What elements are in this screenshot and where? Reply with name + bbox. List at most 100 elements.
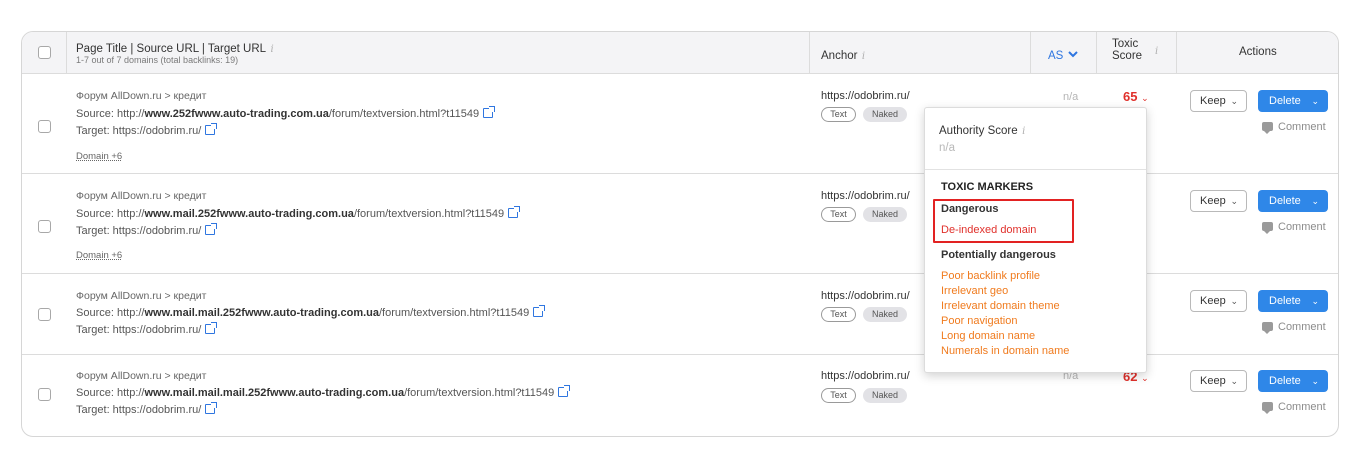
delete-button[interactable]: Delete ⌄ (1258, 90, 1328, 112)
column-as-header[interactable]: AS (1048, 46, 1078, 64)
delete-label: Delete (1269, 295, 1301, 307)
row-checkbox[interactable] (38, 120, 51, 133)
column-toxic-label-line1: Toxic (1112, 38, 1139, 50)
domain-more-link[interactable]: Domain +6 (76, 151, 122, 162)
delete-button[interactable]: Delete ⌄ (1258, 190, 1328, 212)
row-checkbox[interactable] (38, 308, 51, 321)
target-url[interactable]: Target: https://odobrim.ru/ (76, 223, 218, 237)
source-domain: www.mail.mail.mail.252fwww.auto-trading.… (144, 387, 405, 399)
delete-label: Delete (1269, 195, 1301, 207)
source-prefix: Source: http:// (76, 108, 145, 120)
row-checkbox[interactable] (38, 220, 51, 233)
keep-button[interactable]: Keep ⌄ (1190, 190, 1247, 212)
target-text: Target: https://odobrim.ru/ (76, 324, 202, 336)
chevron-down-icon: ⌄ (1230, 196, 1238, 206)
delete-button[interactable]: Delete ⌄ (1258, 370, 1328, 392)
external-link-icon[interactable] (205, 223, 218, 235)
toxic-markers-heading: TOXIC MARKERS (941, 181, 1034, 193)
external-link-icon[interactable] (508, 206, 521, 218)
table-header: Page Title | Source URL | Target URL i 1… (22, 32, 1338, 74)
page-title: Форум AllDown.ru > кредит (76, 190, 207, 202)
domain-more-link[interactable]: Domain +6 (76, 250, 122, 261)
toxic-score-value: 65 (1123, 89, 1138, 104)
source-path: /forum/textversion.html?t11549 (353, 208, 505, 220)
external-link-icon[interactable] (205, 322, 218, 334)
column-actions-label: Actions (1239, 46, 1277, 58)
page-title: Форум AllDown.ru > кредит (76, 290, 207, 302)
external-link-icon[interactable] (205, 123, 218, 135)
row-checkbox[interactable] (38, 388, 51, 401)
authority-score-label: Authority Score (939, 125, 1018, 137)
source-url[interactable]: Source: http://www.mail.mail.252fwww.aut… (76, 305, 546, 319)
external-link-icon[interactable] (533, 305, 546, 317)
delete-label: Delete (1269, 95, 1301, 107)
source-path: /forum/textversion.html?t11549 (379, 307, 530, 319)
divider (66, 32, 67, 74)
comment-icon (1262, 402, 1273, 414)
column-toxic-header[interactable]: Toxic Score (1112, 38, 1142, 62)
source-domain: www.mail.mail.252fwww.auto-trading.com.u… (144, 307, 379, 319)
keep-label: Keep (1200, 195, 1226, 207)
keep-label: Keep (1200, 295, 1226, 307)
authority-score-value: n/a (939, 142, 955, 154)
info-icon[interactable]: i (1155, 46, 1158, 57)
target-text: Target: https://odobrim.ru/ (76, 125, 202, 137)
keep-button[interactable]: Keep ⌄ (1190, 290, 1247, 312)
comment-label: Comment (1278, 221, 1326, 233)
page-title: Форум AllDown.ru > кредит (76, 90, 207, 102)
target-url[interactable]: Target: https://odobrim.ru/ (76, 322, 218, 336)
comment-label: Comment (1278, 401, 1326, 413)
column-anchor-header[interactable]: Anchor i (821, 46, 865, 64)
source-domain: www.mail.252fwww.auto-trading.com.ua (144, 208, 354, 220)
keep-label: Keep (1200, 375, 1226, 387)
target-text: Target: https://odobrim.ru/ (76, 404, 202, 416)
info-icon[interactable]: i (862, 51, 865, 62)
toxic-score[interactable]: 65 ⌄ (1123, 89, 1149, 104)
source-prefix: Source: http:// (76, 208, 145, 220)
info-icon[interactable]: i (271, 44, 274, 55)
external-link-icon[interactable] (483, 106, 496, 118)
source-url[interactable]: Source: http://www.mail.252fwww.auto-tra… (76, 206, 521, 220)
chevron-down-icon: ⌄ (1230, 296, 1238, 306)
source-url[interactable]: Source: http://www.mail.mail.mail.252fww… (76, 385, 571, 399)
comment-button[interactable]: Comment (1262, 121, 1326, 134)
comment-button[interactable]: Comment (1262, 401, 1326, 414)
tag-naked: Naked (863, 207, 907, 222)
keep-button[interactable]: Keep ⌄ (1190, 90, 1247, 112)
comment-button[interactable]: Comment (1262, 221, 1326, 234)
keep-label: Keep (1200, 95, 1226, 107)
authority-score: n/a (1063, 91, 1079, 103)
source-url[interactable]: Source: http://www.252fwww.auto-trading.… (76, 106, 496, 120)
tag-text: Text (821, 207, 856, 222)
chevron-down-icon: ⌄ (1230, 96, 1238, 106)
anchor-url: https://odobrim.ru/ (821, 190, 910, 202)
source-path: /forum/textversion.html?t11549 (404, 387, 555, 399)
list-item: Poor backlink profile (941, 270, 1041, 282)
highlight-box (933, 199, 1074, 243)
list-item: Poor navigation (941, 315, 1018, 327)
target-url[interactable]: Target: https://odobrim.ru/ (76, 402, 218, 416)
list-item: Irrelevant domain theme (941, 300, 1060, 312)
comment-icon (1262, 322, 1273, 334)
delete-button[interactable]: Delete ⌄ (1258, 290, 1328, 312)
chevron-down-icon: ⌄ (1311, 376, 1319, 386)
tag-text: Text (821, 307, 856, 322)
delete-label: Delete (1269, 375, 1301, 387)
divider (809, 32, 810, 74)
source-path: /forum/textversion.html?t11549 (328, 108, 480, 120)
column-title-label: Page Title | Source URL | Target URL (76, 43, 267, 55)
keep-button[interactable]: Keep ⌄ (1190, 370, 1247, 392)
external-link-icon[interactable] (558, 385, 571, 397)
source-prefix: Source: http:// (76, 387, 145, 399)
tag-naked: Naked (863, 107, 907, 122)
chevron-down-icon: ⌄ (1141, 373, 1149, 383)
target-url[interactable]: Target: https://odobrim.ru/ (76, 123, 218, 137)
comment-button[interactable]: Comment (1262, 321, 1326, 334)
tag-naked: Naked (863, 307, 907, 322)
select-all-checkbox[interactable] (38, 46, 51, 59)
info-icon[interactable]: i (1022, 126, 1025, 137)
external-link-icon[interactable] (205, 402, 218, 414)
comment-icon (1262, 222, 1273, 234)
page-title: Форум AllDown.ru > кредит (76, 370, 207, 382)
column-as-label: AS (1048, 50, 1064, 62)
